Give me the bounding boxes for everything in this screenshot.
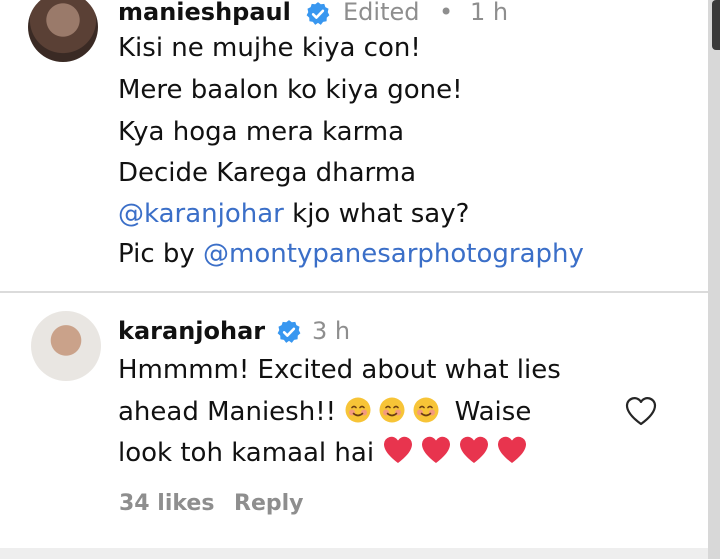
divider — [0, 291, 708, 293]
red-heart-emoji — [384, 436, 413, 463]
smiling-face-emoji — [345, 397, 371, 423]
comment-line: look toh kamaal hai — [118, 435, 534, 468]
comment-line: Kya hoga mera karma — [118, 117, 405, 147]
smiling-face-emoji — [379, 397, 405, 423]
comment-text: kjo what say? — [283, 199, 470, 229]
mention-link[interactable]: @karanjohar — [118, 199, 284, 229]
bottom-edge-strip — [0, 548, 708, 559]
avatar[interactable] — [31, 311, 101, 381]
verified-badge-icon — [306, 2, 330, 25]
comment-text: Pic by — [118, 239, 204, 269]
separator-dot: • — [439, 0, 454, 26]
timestamp: 1 h — [470, 0, 509, 26]
verified-badge-icon — [277, 320, 301, 343]
timestamp: 3 h — [312, 317, 351, 345]
comment-line: ahead Maniesh!! Waise — [118, 396, 531, 427]
username[interactable]: karanjohar — [118, 317, 265, 345]
red-heart-emoji — [422, 436, 451, 463]
username[interactable]: manieshpaul — [118, 0, 291, 26]
red-heart-emoji — [460, 436, 489, 463]
edge-tab — [712, 0, 720, 50]
reply-button[interactable]: Reply — [234, 491, 304, 516]
comment-line: Mere baalon ko kiya gone! — [118, 75, 463, 105]
mention-link[interactable]: @montypanesarphotography — [203, 239, 584, 269]
comment-line: Decide Karega dharma — [118, 158, 417, 188]
comment-line: Pic by @montypanesarphotography — [118, 239, 584, 269]
avatar[interactable] — [28, 0, 98, 62]
comment-text: ahead Maniesh!! — [118, 397, 345, 427]
comment-line: Kisi ne mujhe kiya con! — [118, 33, 421, 63]
comment-text: Waise — [446, 397, 532, 427]
red-heart-emoji — [498, 436, 527, 463]
comment-line: @karanjohar kjo what say? — [118, 199, 469, 229]
heart-outline-icon[interactable] — [624, 395, 658, 427]
right-edge-strip — [708, 0, 720, 559]
edited-label: Edited — [343, 0, 420, 26]
comment-text: look toh kamaal hai — [118, 438, 383, 468]
likes-count[interactable]: 34 likes — [119, 491, 214, 516]
comment-line: Hmmmm! Excited about what lies — [118, 355, 561, 385]
smiling-face-emoji — [413, 397, 439, 423]
